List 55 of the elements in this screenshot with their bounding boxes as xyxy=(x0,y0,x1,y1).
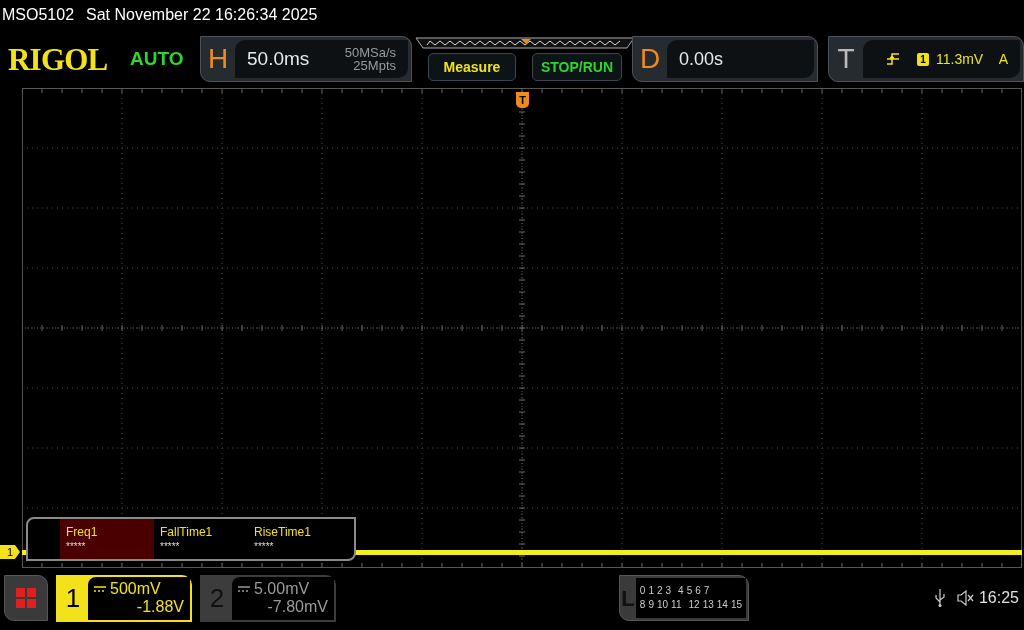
measurement-name: Freq1 xyxy=(66,526,99,538)
measure-button[interactable]: Measure xyxy=(428,53,516,81)
channel-offset: -1.88V xyxy=(136,598,184,616)
delay-value: 0.00s xyxy=(679,47,724,71)
trigger-source: 1 xyxy=(917,52,929,66)
logic-channel-number: 12 xyxy=(688,600,700,610)
measurement-value: ***** xyxy=(254,542,275,552)
logic-channel-number: 2 xyxy=(657,586,663,596)
panel-label: H xyxy=(206,42,230,76)
channel-offset: -7.80mV xyxy=(267,598,328,616)
grid-icon xyxy=(15,587,37,609)
trigger-position-marker[interactable]: T xyxy=(516,92,529,108)
logo: RIGOL xyxy=(8,43,109,75)
measurement-name: RiseTime1 xyxy=(254,526,312,538)
clock-time: 16:25 xyxy=(978,588,1019,608)
logic-channel-number: 10 xyxy=(657,600,669,610)
panel-label: D xyxy=(638,42,662,76)
timebase-value: 50.0ms xyxy=(247,46,310,71)
logic-channel-number: 11 xyxy=(671,600,682,610)
logic-channel-number: 7 xyxy=(703,586,710,596)
sample-rate: 50MSa/s xyxy=(344,46,396,59)
measurement-item[interactable]: Freq1 ***** xyxy=(60,519,154,559)
measurement-name: FallTime1 xyxy=(160,526,214,538)
menu-button[interactable] xyxy=(4,575,48,621)
logic-channel-number: 13 xyxy=(702,600,714,610)
dc-coupling-icon xyxy=(238,586,250,592)
rising-edge-icon xyxy=(887,53,899,65)
logic-channel-number: 3 xyxy=(665,586,672,596)
channel-number: 1 xyxy=(64,581,82,615)
channel-panel[interactable]: 1 500mV -1.88V xyxy=(56,574,192,622)
logic-channel-number: 4 xyxy=(678,586,684,596)
channel-marker[interactable]: 1 xyxy=(0,545,20,559)
measurement-value: ***** xyxy=(66,542,87,552)
logic-channel-number: 15 xyxy=(730,600,742,610)
memory-depth: 25Mpts xyxy=(353,59,396,72)
dc-coupling-icon xyxy=(94,586,106,592)
model-name: MSO5102 xyxy=(2,5,75,25)
logic-channel-number: 6 xyxy=(695,586,701,596)
logic-channel-number: 0 xyxy=(639,586,646,596)
measurement-value: ***** xyxy=(160,542,181,552)
logic-channel-number: 5 xyxy=(686,586,693,596)
logic-channel-number: 14 xyxy=(716,600,728,610)
trigger-mode: A xyxy=(998,49,1008,69)
channel-scale: 500mV xyxy=(110,580,161,598)
usb-icon xyxy=(934,589,945,607)
muted-speaker-icon[interactable] xyxy=(956,590,975,606)
date-time: Sat November 22 16:26:34 2025 xyxy=(86,5,318,25)
channel-scale: 5.00mV xyxy=(254,580,310,598)
trigger-level: 11.3mV xyxy=(936,49,984,69)
stop-run-button[interactable]: STOP/RUN xyxy=(532,53,622,81)
trigger-status: AUTO xyxy=(130,46,185,71)
logic-channel-number: 9 xyxy=(648,600,654,610)
panel-label: T xyxy=(836,42,856,76)
logic-channel-number: 1 xyxy=(648,586,654,596)
logic-channel-number: 8 xyxy=(639,600,646,610)
